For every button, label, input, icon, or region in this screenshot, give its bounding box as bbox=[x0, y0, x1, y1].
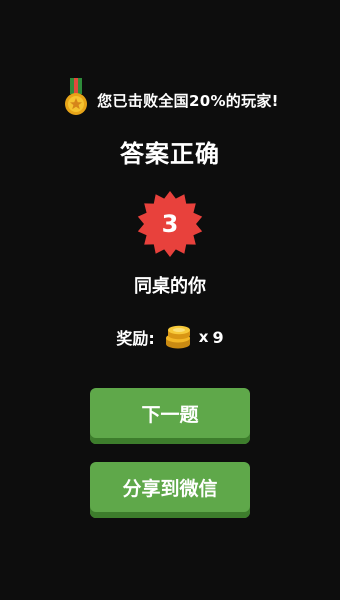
share-wechat-button[interactable]: 分享到微信 bbox=[90, 462, 250, 518]
reward-multiplier: x bbox=[198, 328, 209, 346]
result-title: 答案正确 bbox=[120, 140, 220, 168]
level-name: 同桌的你 bbox=[134, 276, 206, 297]
reward-line: 奖励: x 9 bbox=[0, 322, 340, 352]
reward-count: 9 bbox=[212, 327, 224, 347]
medal-icon bbox=[65, 78, 88, 115]
result-screen: 您已击败全国20%的玩家! 答案正确 3 同桌的你 奖励: x 9 下一题 分享… bbox=[0, 0, 340, 600]
level-number: 3 bbox=[161, 210, 179, 238]
rank-line: 您已击败全国20%的玩家! bbox=[0, 76, 340, 120]
next-question-button[interactable]: 下一题 bbox=[90, 388, 250, 444]
reward-label: 奖励: bbox=[116, 329, 155, 348]
rank-text: 您已击败全国20%的玩家! bbox=[97, 91, 279, 110]
level-badge: 3 bbox=[136, 190, 204, 258]
coin-stack-icon bbox=[165, 325, 190, 349]
